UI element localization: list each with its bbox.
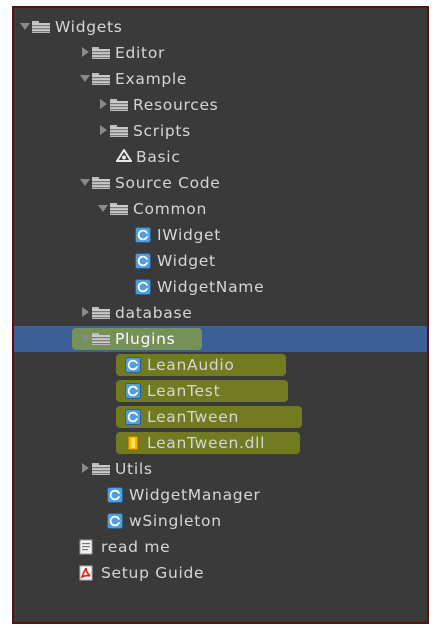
- tree-item-label: IWidget: [157, 226, 222, 244]
- csharp-script-icon: [135, 279, 151, 295]
- project-panel: Widgets Editor Example Resources Scripts…: [12, 6, 429, 624]
- tree-item-label: Common: [133, 200, 208, 218]
- tree-item-w-singleton[interactable]: wSingleton: [14, 508, 427, 534]
- collapse-arrow-icon[interactable]: [100, 125, 107, 135]
- collapse-arrow-icon[interactable]: [82, 463, 89, 473]
- expand-arrow-icon[interactable]: [98, 205, 108, 212]
- tree-item-widgets[interactable]: Widgets: [14, 14, 427, 40]
- tree-item-label: database: [115, 304, 193, 322]
- tree-item-widget[interactable]: Widget: [14, 248, 427, 274]
- tree-item-label: Resources: [133, 96, 219, 114]
- csharp-script-icon: [107, 487, 123, 503]
- tree-item-label: Basic: [136, 148, 181, 166]
- project-tree: Widgets Editor Example Resources Scripts…: [14, 14, 427, 586]
- tree-item-lean-tween[interactable]: LeanTween: [14, 404, 427, 430]
- tree-item-resources[interactable]: Resources: [14, 92, 427, 118]
- tree-item-editor[interactable]: Editor: [14, 40, 427, 66]
- csharp-script-icon: [107, 513, 123, 529]
- expand-arrow-icon[interactable]: [20, 23, 30, 30]
- folder-icon: [92, 463, 108, 475]
- expand-arrow-icon[interactable]: [80, 75, 90, 82]
- tree-item-label: LeanTween: [147, 408, 239, 426]
- tree-item-label: LeanTween.dll: [147, 434, 266, 452]
- tree-item-label: read me: [101, 538, 171, 556]
- csharp-script-icon: [125, 409, 141, 425]
- folder-icon: [110, 125, 126, 137]
- tree-item-utils[interactable]: Utils: [14, 456, 427, 482]
- csharp-script-icon: [125, 357, 141, 373]
- tree-item-lean-audio[interactable]: LeanAudio: [14, 352, 427, 378]
- pdf-icon: [78, 565, 94, 581]
- tree-item-label: Plugins: [115, 330, 176, 348]
- tree-item-label: Scripts: [133, 122, 191, 140]
- expand-arrow-icon[interactable]: [80, 179, 90, 186]
- folder-icon: [92, 307, 108, 319]
- tree-item-iwidget[interactable]: IWidget: [14, 222, 427, 248]
- csharp-script-icon: [135, 253, 151, 269]
- tree-item-basic[interactable]: Basic: [14, 144, 427, 170]
- tree-item-label: Example: [115, 70, 188, 88]
- tree-item-example[interactable]: Example: [14, 66, 427, 92]
- tree-item-setup-guide[interactable]: Setup Guide: [14, 560, 427, 586]
- collapse-arrow-icon[interactable]: [100, 99, 107, 109]
- folder-icon: [110, 99, 126, 111]
- csharp-script-icon: [135, 227, 151, 243]
- tree-item-widget-name[interactable]: WidgetName: [14, 274, 427, 300]
- tree-item-lean-tween-dll[interactable]: LeanTween.dll: [14, 430, 427, 456]
- folder-icon: [32, 21, 48, 33]
- tree-item-label: WidgetManager: [129, 486, 261, 504]
- tree-item-read-me[interactable]: read me: [14, 534, 427, 560]
- tree-item-label: Setup Guide: [101, 564, 205, 582]
- folder-icon: [110, 203, 126, 215]
- tree-item-plugins[interactable]: Plugins: [14, 326, 427, 352]
- tree-item-label: Source Code: [115, 174, 221, 192]
- expand-arrow-icon[interactable]: [80, 335, 90, 342]
- tree-item-label: LeanTest: [147, 382, 221, 400]
- tree-item-label: Utils: [115, 460, 153, 478]
- collapse-arrow-icon[interactable]: [82, 47, 89, 57]
- collapse-arrow-icon[interactable]: [82, 307, 89, 317]
- tree-item-lean-test[interactable]: LeanTest: [14, 378, 427, 404]
- tree-item-label: WidgetName: [157, 278, 265, 296]
- text-file-icon: [78, 539, 94, 555]
- tree-item-common[interactable]: Common: [14, 196, 427, 222]
- tree-item-label: wSingleton: [129, 512, 222, 530]
- tree-item-widget-manager[interactable]: WidgetManager: [14, 482, 427, 508]
- unity-scene-icon: [116, 149, 132, 165]
- dll-icon: [125, 435, 141, 451]
- folder-icon: [92, 47, 108, 59]
- folder-icon: [92, 333, 108, 345]
- csharp-script-icon: [125, 383, 141, 399]
- folder-icon: [92, 73, 108, 85]
- folder-icon: [92, 177, 108, 189]
- tree-item-source-code[interactable]: Source Code: [14, 170, 427, 196]
- tree-item-database[interactable]: database: [14, 300, 427, 326]
- tree-item-label: Widgets: [55, 18, 123, 36]
- tree-item-label: LeanAudio: [147, 356, 235, 374]
- tree-item-label: Widget: [157, 252, 216, 270]
- tree-item-label: Editor: [115, 44, 166, 62]
- tree-item-scripts[interactable]: Scripts: [14, 118, 427, 144]
